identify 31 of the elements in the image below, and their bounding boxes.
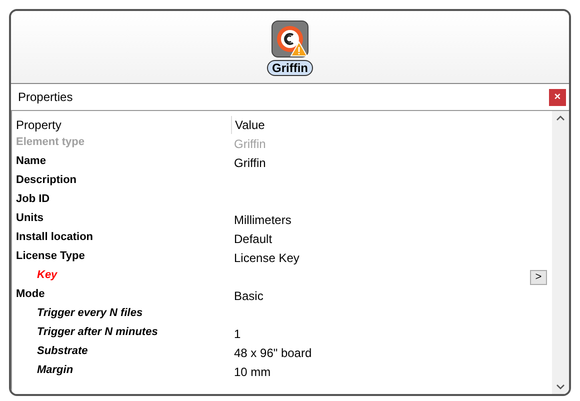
property-name: Trigger after N minutes	[36, 325, 158, 340]
property-name: Mode	[15, 287, 45, 302]
expand-button[interactable]: >	[530, 270, 547, 285]
property-name: Key	[36, 268, 58, 283]
property-value: Basic	[234, 288, 264, 305]
property-name: Units	[15, 211, 44, 226]
property-name: Trigger every N files	[36, 306, 143, 321]
app-logo-icon	[271, 20, 309, 58]
scroll-down-icon[interactable]	[556, 384, 565, 390]
property-name: Description	[15, 173, 77, 188]
property-value: 48 x 96" board	[234, 345, 312, 362]
close-button[interactable]: ×	[549, 88, 566, 106]
property-name: Install location	[15, 230, 94, 245]
property-value: Millimeters	[234, 212, 292, 229]
panel-title: Properties	[18, 89, 73, 106]
property-name: Margin	[36, 363, 74, 378]
property-value: License Key	[234, 250, 300, 267]
property-value: 1	[234, 326, 241, 343]
property-value: Default	[234, 231, 272, 248]
property-value: 10 mm	[234, 364, 271, 381]
scrollbar[interactable]	[552, 111, 569, 394]
element-label[interactable]: Griffin	[267, 60, 313, 76]
property-value: Griffin	[234, 136, 266, 153]
property-name: Element type	[15, 135, 84, 150]
property-name: Name	[15, 154, 46, 169]
property-name: Job ID	[15, 192, 50, 207]
property-name: Substrate	[36, 344, 88, 359]
scroll-up-icon[interactable]	[556, 115, 565, 121]
property-value: Griffin	[234, 155, 266, 172]
column-header: Property	[15, 116, 62, 134]
property-name: License Type	[15, 249, 85, 264]
